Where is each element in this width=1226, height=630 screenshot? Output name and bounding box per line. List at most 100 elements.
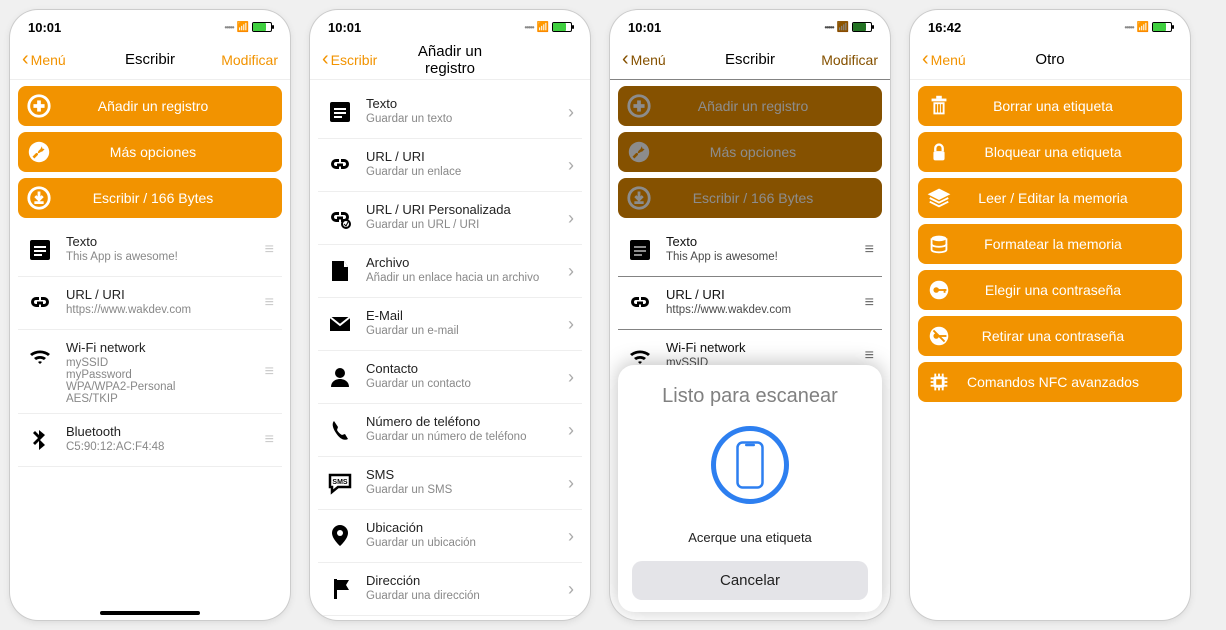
nav-title: Añadir un registro (392, 43, 508, 77)
edit-button[interactable]: Modificar (208, 52, 278, 68)
drag-handle-icon[interactable]: ≡ (261, 241, 278, 259)
chevron-right-icon: › (564, 526, 578, 547)
status-bar: 10:01 📶 (310, 10, 590, 40)
record-title: Texto (666, 234, 861, 249)
screen-scan: 10:01 📶 Menú Escribir Modificar Añadir u… (610, 10, 890, 620)
drag-handle-icon[interactable]: ≡ (861, 294, 878, 312)
type-row[interactable]: SMS Guardar un SMS › (318, 457, 582, 510)
record-title: Wi-Fi network (66, 340, 261, 355)
type-title: Archivo (366, 255, 564, 270)
sheet-title: Listo para escanear (632, 385, 868, 408)
type-title: Número de teléfono (366, 414, 564, 429)
action-label: Borrar una etiqueta (932, 98, 1174, 114)
status-bar: 16:42 📶 (910, 10, 1190, 40)
record-title: Texto (66, 234, 261, 249)
type-row[interactable]: Número de teléfono Guardar un número de … (318, 404, 582, 457)
action-key[interactable]: Elegir una contraseña (918, 270, 1182, 310)
back-button[interactable]: Menú (22, 48, 92, 71)
action-download-circle[interactable]: Escribir / 166 Bytes (18, 178, 282, 218)
link-custom-icon (322, 200, 358, 236)
status-bar: 10:01 📶 (10, 10, 290, 40)
type-title: Contacto (366, 361, 564, 376)
type-sub: Guardar una dirección (366, 590, 564, 602)
clock: 10:01 (328, 20, 361, 35)
home-indicator[interactable] (100, 611, 200, 615)
back-button[interactable]: Escribir (322, 48, 392, 71)
mail-icon (322, 306, 358, 342)
type-title: E-Mail (366, 308, 564, 323)
type-title: SMS (366, 467, 564, 482)
record-title: URL / URI (66, 287, 261, 302)
type-sub: Añadir un enlace hacia un archivo (366, 272, 564, 284)
record-row[interactable]: Texto This App is awesome! ≡ (618, 224, 882, 277)
action-wrench-circle[interactable]: Más opciones (618, 132, 882, 172)
text-icon (22, 232, 58, 268)
action-label: Más opciones (32, 144, 274, 160)
type-row[interactable]: URL / URI Personalizada Guardar un URL /… (318, 192, 582, 245)
action-key-remove[interactable]: Retirar una contraseña (918, 316, 1182, 356)
status-icons: 📶 (825, 22, 872, 33)
action-label: Elegir una contraseña (932, 282, 1174, 298)
action-plus-circle[interactable]: Añadir un registro (18, 86, 282, 126)
type-sub: Guardar un texto (366, 113, 564, 125)
record-row[interactable]: Texto This App is awesome! ≡ (18, 224, 282, 277)
type-title: Ubicación (366, 520, 564, 535)
action-db[interactable]: Formatear la memoria (918, 224, 1182, 264)
chevron-right-icon: › (564, 155, 578, 176)
drag-handle-icon[interactable]: ≡ (861, 241, 878, 259)
location-icon (322, 518, 358, 554)
action-layers[interactable]: Leer / Editar la memoria (918, 178, 1182, 218)
nav-title: Escribir (692, 51, 808, 68)
action-plus-circle[interactable]: Añadir un registro (618, 86, 882, 126)
plus-circle-icon (626, 93, 652, 119)
type-row[interactable]: Texto Guardar un texto › (318, 86, 582, 139)
scan-sheet: Listo para escanear Acerque una etiqueta… (618, 365, 882, 612)
action-label: Formatear la memoria (932, 236, 1174, 252)
drag-handle-icon[interactable]: ≡ (261, 294, 278, 312)
type-title: URL / URI Personalizada (366, 202, 564, 217)
action-lock[interactable]: Bloquear una etiqueta (918, 132, 1182, 172)
edit-button: Modificar (808, 52, 878, 68)
action-label: Añadir un registro (32, 98, 274, 114)
cancel-button[interactable]: Cancelar (632, 561, 868, 600)
type-row[interactable]: Archivo Añadir un enlace hacia un archiv… (318, 245, 582, 298)
record-row[interactable]: Bluetooth C5:90:12:AC:F4:48 ≡ (18, 414, 282, 467)
record-title: Wi-Fi network (666, 340, 861, 355)
type-sub: Guardar un URL / URI (366, 219, 564, 231)
record-title: URL / URI (666, 287, 861, 302)
type-title: Texto (366, 96, 564, 111)
type-row[interactable]: Dirección Guardar una dirección › (318, 563, 582, 616)
type-row[interactable]: E-Mail Guardar un e-mail › (318, 298, 582, 351)
drag-handle-icon[interactable]: ≡ (861, 347, 878, 365)
type-row[interactable]: Ubicación Guardar un ubicación › (318, 510, 582, 563)
record-row[interactable]: URL / URI https://www.wakdev.com ≡ (618, 277, 882, 330)
wrench-circle-icon (626, 139, 652, 165)
drag-handle-icon[interactable]: ≡ (261, 431, 278, 449)
nav-bar: Menú Escribir Modificar (610, 40, 890, 80)
type-title: Dirección (366, 573, 564, 588)
type-row[interactable]: Contacto Guardar un contacto › (318, 351, 582, 404)
nav-bar: Menú Escribir Modificar (10, 40, 290, 80)
action-chip[interactable]: Comandos NFC avanzados (918, 362, 1182, 402)
bluetooth-icon (22, 422, 58, 458)
back-button[interactable]: Menú (922, 48, 992, 71)
type-sub: Guardar un ubicación (366, 537, 564, 549)
action-download-circle[interactable]: Escribir / 166 Bytes (618, 178, 882, 218)
action-wrench-circle[interactable]: Más opciones (18, 132, 282, 172)
screen-other: 16:42 📶 Menú Otro Borrar una etiqueta Bl… (910, 10, 1190, 620)
chevron-right-icon: › (564, 314, 578, 335)
nav-bar: Escribir Añadir un registro (310, 40, 590, 80)
record-row[interactable]: URL / URI https://www.wakdev.com ≡ (18, 277, 282, 330)
chevron-right-icon: › (564, 261, 578, 282)
link-icon (622, 285, 658, 321)
action-trash[interactable]: Borrar una etiqueta (918, 86, 1182, 126)
record-row[interactable]: Wi-Fi network mySSID myPassword WPA/WPA2… (18, 330, 282, 414)
file-icon (322, 253, 358, 289)
type-sub: Guardar un e-mail (366, 325, 564, 337)
type-row[interactable]: URL / URI Guardar un enlace › (318, 139, 582, 192)
chevron-right-icon: › (564, 367, 578, 388)
type-sub: Guardar un SMS (366, 484, 564, 496)
chevron-right-icon: › (564, 473, 578, 494)
clock: 10:01 (28, 20, 61, 35)
drag-handle-icon[interactable]: ≡ (261, 363, 278, 381)
